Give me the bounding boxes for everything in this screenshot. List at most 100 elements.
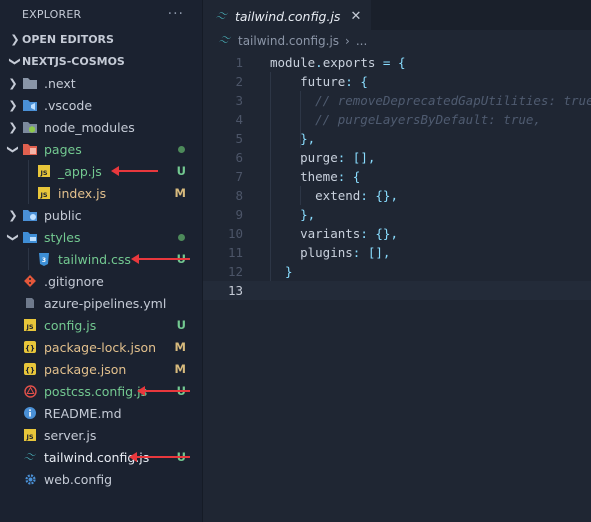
code-line[interactable]: 3 // removeDeprecatedGapUtilities: true, xyxy=(203,91,591,110)
code-line[interactable]: 9 }, xyxy=(203,205,591,224)
explorer-title: EXPLORER xyxy=(22,7,82,21)
code-token: : xyxy=(345,74,361,89)
git-icon xyxy=(22,273,38,289)
code-line[interactable]: 2 future: { xyxy=(203,72,591,91)
section-open-editors[interactable]: ❯ OPEN EDITORS xyxy=(0,28,202,50)
tab-tailwind-config[interactable]: tailwind.config.js ✕ xyxy=(203,0,372,31)
code-token: extend xyxy=(270,188,361,203)
breadcrumb-file[interactable]: tailwind.config.js xyxy=(238,34,339,48)
tree-item-vscode[interactable]: ❯ .vscode xyxy=(0,94,202,116)
tree-item-server-js[interactable]: JS server.js xyxy=(0,424,202,446)
code-text: future: { xyxy=(243,74,368,89)
git-status-badge: U xyxy=(176,164,186,178)
tree-item-label: pages xyxy=(44,141,82,157)
tree-item-config-js[interactable]: JS config.js U xyxy=(0,314,202,336)
tree-item-postcss-config-js[interactable]: postcss.config.jsU xyxy=(0,380,202,402)
editor-area: tailwind.config.js ✕ tailwind.config.js … xyxy=(203,0,591,522)
tree-item-package-lock-json[interactable]: {} package-lock.json M xyxy=(0,336,202,358)
line-number: 5 xyxy=(235,131,243,146)
code-line[interactable]: 4 // purgeLayersByDefault: true, xyxy=(203,110,591,129)
code-line[interactable]: 5 }, xyxy=(203,129,591,148)
git-status-dot xyxy=(178,145,185,153)
code-token: . xyxy=(315,55,323,70)
code-token: {} xyxy=(375,226,391,241)
code-token: , xyxy=(367,150,376,165)
code-token: : xyxy=(337,169,353,184)
tab-label: tailwind.config.js xyxy=(235,8,341,24)
section-label: NEXTJS-COSMOS xyxy=(22,54,125,68)
code-line[interactable]: 10 variants: {}, xyxy=(203,224,591,243)
line-number: 8 xyxy=(235,188,243,203)
tree-item-label: _app.js xyxy=(58,163,102,179)
tree-item-app-js[interactable]: JS _app.js U xyxy=(0,160,202,182)
more-actions-icon[interactable]: ··· xyxy=(168,6,184,22)
code-line[interactable]: 1 module.exports = { xyxy=(203,53,591,72)
tree-item-label: .gitignore xyxy=(44,273,104,289)
code-line[interactable]: 7 theme: { xyxy=(203,167,591,186)
code-text: purge: [], xyxy=(243,150,375,165)
code-text: module.exports = { xyxy=(243,55,405,70)
tree-item-public[interactable]: ❯ public xyxy=(0,204,202,226)
code-line[interactable]: 13 xyxy=(203,281,591,300)
code-line[interactable]: 11 plugins: [], xyxy=(203,243,591,262)
code-line[interactable]: 12 } xyxy=(203,262,591,281)
tree-item-styles[interactable]: ❯ styles xyxy=(0,226,202,248)
code-line[interactable]: 8 extend: {}, xyxy=(203,186,591,205)
annotation-arrow xyxy=(137,386,190,396)
tree-item-label: web.config xyxy=(44,471,113,487)
chevron-down-icon: ❯ xyxy=(6,232,20,242)
tree-item-node-modules[interactable]: ❯ node_modules xyxy=(0,116,202,138)
code-token: future xyxy=(270,74,346,89)
tree-item-readme-md[interactable]: README.md xyxy=(0,402,202,424)
tree-item-label: package-lock.json xyxy=(44,339,157,355)
breadcrumb-more[interactable]: ... xyxy=(356,34,367,48)
svg-text:3: 3 xyxy=(42,257,46,264)
breadcrumb-separator: › xyxy=(345,34,350,48)
tree-item-package-json[interactable]: {} package.json M xyxy=(0,358,202,380)
code-token: , xyxy=(382,245,391,260)
tree-item-tailwind-config-js[interactable]: tailwind.config.jsU xyxy=(0,446,202,468)
tree-item-index-js[interactable]: JS index.js M xyxy=(0,182,202,204)
code-text: theme: { xyxy=(243,169,360,184)
code-text: // removeDeprecatedGapUtilities: true, xyxy=(243,93,591,108)
js-file-icon: JS xyxy=(36,163,52,179)
js-file-icon: JS xyxy=(22,427,38,443)
explorer-sidebar: EXPLORER ··· ❯ OPEN EDITORS ❯ NEXTJS-COS… xyxy=(0,0,203,522)
tailwind-icon xyxy=(218,34,232,48)
code-text: plugins: [], xyxy=(243,245,390,260)
tree-item-label: postcss.config.js xyxy=(44,383,148,399)
indent-guide xyxy=(270,72,271,281)
section-project[interactable]: ❯ NEXTJS-COSMOS xyxy=(0,50,202,72)
code-token: } xyxy=(270,207,308,222)
css-file-icon: 3 xyxy=(36,251,52,267)
tree-item-tailwind-css[interactable]: 3tailwind.cssU xyxy=(0,248,202,270)
postcss-file-icon xyxy=(22,383,38,399)
tree-item-label: package.json xyxy=(44,361,127,377)
chevron-down-icon: ❯ xyxy=(6,144,20,154)
chevron-right-icon: ❯ xyxy=(8,120,18,134)
git-status-badge: U xyxy=(176,318,186,332)
code-token: : xyxy=(360,226,376,241)
code-editor[interactable]: 1 module.exports = {2 future: {3 // remov… xyxy=(203,53,591,522)
tree-item-azure-pipelines-yml[interactable]: azure-pipelines.yml xyxy=(0,292,202,314)
code-token: {} xyxy=(375,188,391,203)
section-label: OPEN EDITORS xyxy=(22,32,114,46)
tree-item-label: .vscode xyxy=(44,97,93,113)
chevron-down-icon: ❯ xyxy=(8,56,22,66)
styles-folder-icon xyxy=(22,229,38,245)
code-token: { xyxy=(352,169,361,184)
close-icon[interactable]: ✕ xyxy=(350,9,361,24)
tree-item-next[interactable]: ❯ .next xyxy=(0,72,202,94)
svg-text:JS: JS xyxy=(25,323,33,331)
line-number: 6 xyxy=(235,150,243,165)
tree-item-web-config[interactable]: web.config xyxy=(0,468,202,490)
code-token: : xyxy=(360,188,376,203)
tree-item-pages[interactable]: ❯ pages xyxy=(0,138,202,160)
svg-text:JS: JS xyxy=(25,433,33,441)
code-token: } xyxy=(270,264,293,279)
file-tree: ❯ .next ❯ .vscode ❯ node_modules ❯ pages JS _app.… xyxy=(0,72,202,490)
tree-item-gitignore[interactable]: .gitignore xyxy=(0,270,202,292)
indent-guide xyxy=(28,160,29,204)
code-line[interactable]: 6 purge: [], xyxy=(203,148,591,167)
code-text: } xyxy=(243,264,293,279)
